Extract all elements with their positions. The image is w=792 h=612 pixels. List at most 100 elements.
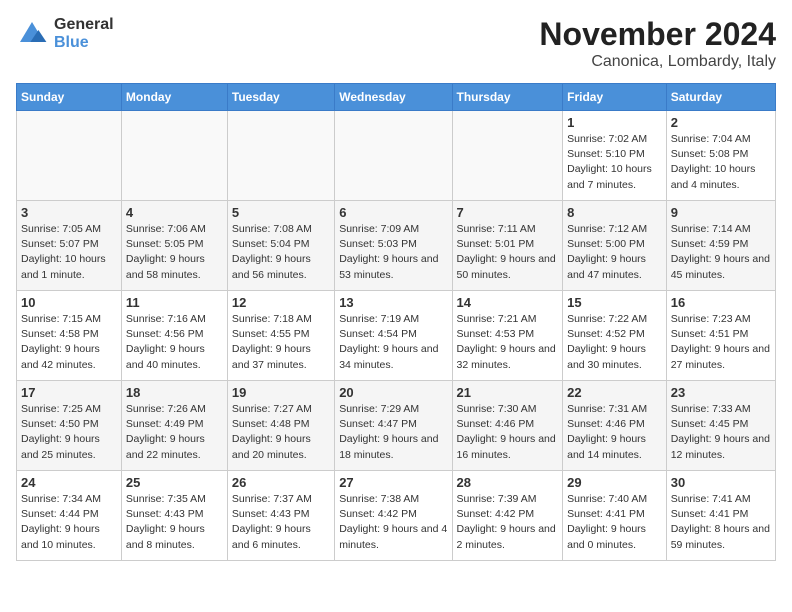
calendar-cell: 7 Sunrise: 7:11 AM Sunset: 5:01 PM Daylig… [452, 201, 563, 291]
calendar-week-row: 10Sunrise: 7:15 AM Sunset: 4:58 PM Dayli… [17, 291, 776, 381]
day-number: 5 [232, 205, 330, 220]
calendar-cell: 10Sunrise: 7:15 AM Sunset: 4:58 PM Dayli… [17, 291, 122, 381]
day-info: Sunrise: 7:37 AM Sunset: 4:43 PM Dayligh… [232, 492, 330, 553]
calendar-week-row: 24Sunrise: 7:34 AM Sunset: 4:44 PM Dayli… [17, 471, 776, 561]
day-number: 3 [21, 205, 117, 220]
calendar-cell: 16 Sunrise: 7:23 AM Sunset: 4:51 PM Dayli… [666, 291, 775, 381]
calendar-cell: 8 Sunrise: 7:12 AM Sunset: 5:00 PM Daylig… [563, 201, 667, 291]
day-info: Sunrise: 7:26 AM Sunset: 4:49 PM Dayligh… [126, 402, 223, 463]
calendar-cell: 14 Sunrise: 7:21 AM Sunset: 4:53 PM Dayli… [452, 291, 563, 381]
day-info: Sunrise: 7:08 AM Sunset: 5:04 PM Dayligh… [232, 222, 330, 283]
day-info: Sunrise: 7:35 AM Sunset: 4:43 PM Dayligh… [126, 492, 223, 553]
day-info: Sunrise: 7:12 AM Sunset: 5:00 PM Dayligh… [567, 222, 662, 283]
calendar-cell [335, 111, 452, 201]
calendar-cell: 20 Sunrise: 7:29 AM Sunset: 4:47 PM Dayli… [335, 381, 452, 471]
day-number: 12 [232, 295, 330, 310]
day-info: Sunrise: 7:21 AM Sunset: 4:53 PM Dayligh… [457, 312, 559, 373]
logo-icon [16, 18, 48, 50]
day-number: 8 [567, 205, 662, 220]
day-info: Sunrise: 7:15 AM Sunset: 4:58 PM Dayligh… [21, 312, 117, 373]
day-number: 30 [671, 475, 771, 490]
day-info: Sunrise: 7:23 AM Sunset: 4:51 PM Dayligh… [671, 312, 771, 373]
day-number: 16 [671, 295, 771, 310]
calendar-cell: 19 Sunrise: 7:27 AM Sunset: 4:48 PM Dayli… [227, 381, 334, 471]
calendar-cell: 26 Sunrise: 7:37 AM Sunset: 4:43 PM Dayli… [227, 471, 334, 561]
calendar-cell: 23Sunrise: 7:33 AM Sunset: 4:45 PM Dayli… [666, 381, 775, 471]
day-info: Sunrise: 7:27 AM Sunset: 4:48 PM Dayligh… [232, 402, 330, 463]
day-number: 1 [567, 115, 662, 130]
calendar-cell: 30 Sunrise: 7:41 AM Sunset: 4:41 PM Dayli… [666, 471, 775, 561]
calendar-cell: 13Sunrise: 7:19 AM Sunset: 4:54 PM Dayli… [335, 291, 452, 381]
day-info: Sunrise: 7:34 AM Sunset: 4:44 PM Dayligh… [21, 492, 117, 553]
calendar-cell: 3 Sunrise: 7:05 AM Sunset: 5:07 PM Daylig… [17, 201, 122, 291]
day-info: Sunrise: 7:39 AM Sunset: 4:42 PM Dayligh… [457, 492, 559, 553]
column-header-saturday: Saturday [666, 84, 775, 111]
day-info: Sunrise: 7:11 AM Sunset: 5:01 PM Dayligh… [457, 222, 559, 283]
day-info: Sunrise: 7:02 AM Sunset: 5:10 PM Dayligh… [567, 132, 662, 193]
day-number: 18 [126, 385, 223, 400]
calendar-cell: 29 Sunrise: 7:40 AM Sunset: 4:41 PM Dayli… [563, 471, 667, 561]
day-info: Sunrise: 7:41 AM Sunset: 4:41 PM Dayligh… [671, 492, 771, 553]
day-number: 19 [232, 385, 330, 400]
calendar-cell: 5 Sunrise: 7:08 AM Sunset: 5:04 PM Daylig… [227, 201, 334, 291]
day-number: 23 [671, 385, 771, 400]
column-header-wednesday: Wednesday [335, 84, 452, 111]
day-info: Sunrise: 7:09 AM Sunset: 5:03 PM Dayligh… [339, 222, 447, 283]
column-header-tuesday: Tuesday [227, 84, 334, 111]
calendar-table: SundayMondayTuesdayWednesdayThursdayFrid… [16, 83, 776, 561]
day-info: Sunrise: 7:04 AM Sunset: 5:08 PM Dayligh… [671, 132, 771, 193]
logo: General Blue [16, 16, 114, 51]
calendar-cell: 6 Sunrise: 7:09 AM Sunset: 5:03 PM Daylig… [335, 201, 452, 291]
day-info: Sunrise: 7:18 AM Sunset: 4:55 PM Dayligh… [232, 312, 330, 373]
calendar-cell: 12 Sunrise: 7:18 AM Sunset: 4:55 PM Dayli… [227, 291, 334, 381]
day-number: 27 [339, 475, 447, 490]
calendar-cell: 4 Sunrise: 7:06 AM Sunset: 5:05 PM Daylig… [121, 201, 227, 291]
day-number: 4 [126, 205, 223, 220]
day-number: 21 [457, 385, 559, 400]
calendar-cell: 24Sunrise: 7:34 AM Sunset: 4:44 PM Dayli… [17, 471, 122, 561]
day-info: Sunrise: 7:06 AM Sunset: 5:05 PM Dayligh… [126, 222, 223, 283]
day-number: 11 [126, 295, 223, 310]
day-info: Sunrise: 7:16 AM Sunset: 4:56 PM Dayligh… [126, 312, 223, 373]
day-number: 28 [457, 475, 559, 490]
day-number: 14 [457, 295, 559, 310]
calendar-header-row: SundayMondayTuesdayWednesdayThursdayFrid… [17, 84, 776, 111]
column-header-sunday: Sunday [17, 84, 122, 111]
calendar-cell: 22Sunrise: 7:31 AM Sunset: 4:46 PM Dayli… [563, 381, 667, 471]
day-number: 9 [671, 205, 771, 220]
logo-line2: Blue [54, 34, 114, 52]
title-block: November 2024 Canonica, Lombardy, Italy [539, 16, 776, 71]
calendar-week-row: 1 Sunrise: 7:02 AM Sunset: 5:10 PM Daylig… [17, 111, 776, 201]
column-header-thursday: Thursday [452, 84, 563, 111]
calendar-cell [452, 111, 563, 201]
calendar-cell [121, 111, 227, 201]
column-header-friday: Friday [563, 84, 667, 111]
calendar-cell: 15Sunrise: 7:22 AM Sunset: 4:52 PM Dayli… [563, 291, 667, 381]
calendar-cell: 25Sunrise: 7:35 AM Sunset: 4:43 PM Dayli… [121, 471, 227, 561]
calendar-week-row: 3 Sunrise: 7:05 AM Sunset: 5:07 PM Daylig… [17, 201, 776, 291]
day-info: Sunrise: 7:05 AM Sunset: 5:07 PM Dayligh… [21, 222, 117, 283]
page-subtitle: Canonica, Lombardy, Italy [539, 53, 776, 71]
day-number: 17 [21, 385, 117, 400]
day-number: 26 [232, 475, 330, 490]
day-info: Sunrise: 7:29 AM Sunset: 4:47 PM Dayligh… [339, 402, 447, 463]
calendar-cell: 27Sunrise: 7:38 AM Sunset: 4:42 PM Dayli… [335, 471, 452, 561]
page-header: General Blue November 2024 Canonica, Lom… [16, 16, 776, 71]
calendar-cell [17, 111, 122, 201]
calendar-cell: 11 Sunrise: 7:16 AM Sunset: 4:56 PM Dayli… [121, 291, 227, 381]
calendar-week-row: 17 Sunrise: 7:25 AM Sunset: 4:50 PM Dayli… [17, 381, 776, 471]
calendar-cell: 21Sunrise: 7:30 AM Sunset: 4:46 PM Dayli… [452, 381, 563, 471]
day-number: 20 [339, 385, 447, 400]
day-info: Sunrise: 7:25 AM Sunset: 4:50 PM Dayligh… [21, 402, 117, 463]
day-number: 2 [671, 115, 771, 130]
day-info: Sunrise: 7:19 AM Sunset: 4:54 PM Dayligh… [339, 312, 447, 373]
calendar-cell: 17 Sunrise: 7:25 AM Sunset: 4:50 PM Dayli… [17, 381, 122, 471]
day-number: 29 [567, 475, 662, 490]
logo-text: General Blue [54, 16, 114, 51]
day-number: 7 [457, 205, 559, 220]
day-number: 15 [567, 295, 662, 310]
calendar-cell: 18 Sunrise: 7:26 AM Sunset: 4:49 PM Dayli… [121, 381, 227, 471]
day-number: 6 [339, 205, 447, 220]
day-info: Sunrise: 7:40 AM Sunset: 4:41 PM Dayligh… [567, 492, 662, 553]
logo-line1: General [54, 16, 114, 34]
